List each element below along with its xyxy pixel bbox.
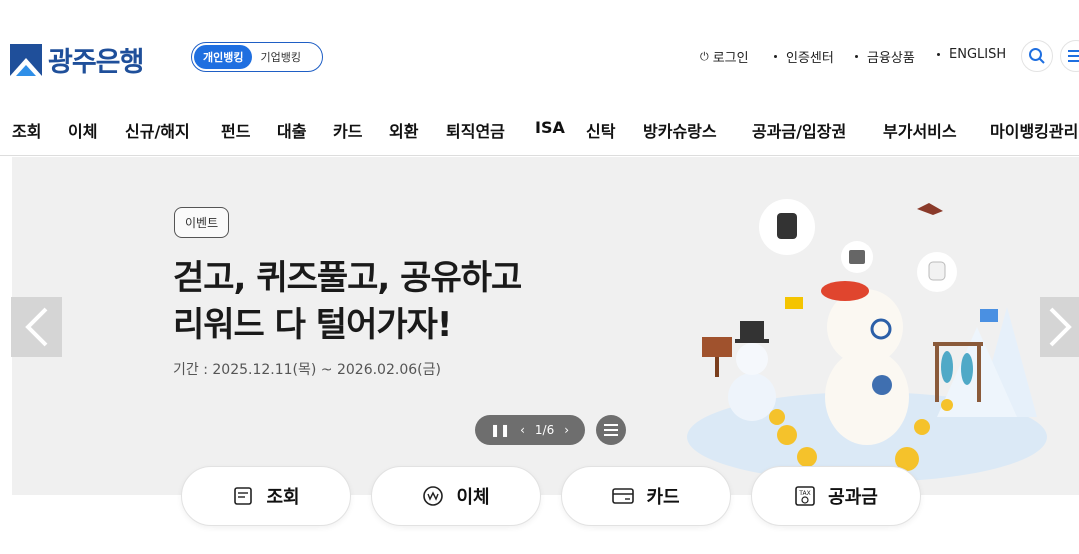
gnb-item-card[interactable]: 카드 (333, 118, 362, 142)
bank-logo[interactable]: 광주은행 (10, 40, 144, 79)
gnb-item-extra-services[interactable]: 부가서비스 (883, 118, 957, 142)
bullet-icon (774, 55, 777, 58)
products-link[interactable]: 금융상품 (855, 47, 915, 66)
quick-inquiry-button[interactable]: 조회 (181, 466, 351, 526)
banner-title-line1: 걷고, 퀴즈풀고, 공유하고 (173, 258, 522, 298)
power-icon: ⏻ (700, 49, 709, 63)
gnb-item-trust[interactable]: 신탁 (586, 118, 615, 142)
banner-title-line2: 리워드 다 털어가자! (173, 305, 452, 345)
quick-card-button[interactable]: 카드 (561, 466, 731, 526)
login-label: 로그인 (712, 51, 749, 66)
all-menu-button[interactable] (1060, 40, 1079, 72)
slide-counter: 1/6 (534, 423, 555, 437)
quick-utility-label: 공과금 (828, 487, 878, 508)
event-banner[interactable]: 이벤트 걷고, 퀴즈풀고, 공유하고 리워드 다 털어가자! 기간 : 2025… (12, 157, 1079, 495)
gnb-item-my-banking[interactable]: 마이뱅킹관리 (990, 118, 1078, 142)
inquiry-icon (232, 485, 254, 507)
card-icon (612, 485, 635, 507)
gnb-item-utility-tickets[interactable]: 공과금/입장권 (752, 118, 846, 142)
gnb-item-bancassurance[interactable]: 방카슈랑스 (643, 118, 717, 142)
header: 광주은행 개인뱅킹 기업뱅킹 ⏻ 로그인 인증센터 금융상품 ENGLISH (0, 0, 1079, 110)
tax-icon: TAX (794, 485, 816, 507)
quick-transfer-button[interactable]: 이체 (371, 466, 541, 526)
search-button[interactable] (1021, 40, 1053, 72)
logo-mark-icon (10, 43, 42, 76)
quick-inquiry-label: 조회 (266, 487, 300, 508)
banner-title: 걷고, 퀴즈풀고, 공유하고 리워드 다 털어가자! (173, 255, 522, 349)
search-icon (1029, 48, 1045, 64)
banner-illustration (687, 199, 1047, 482)
event-period: 기간 : 2025.12.11(목) ~ 2026.02.06(금) (173, 362, 441, 378)
banking-type-switch[interactable]: 개인뱅킹 기업뱅킹 (191, 42, 323, 72)
cert-center-label: 인증센터 (786, 51, 834, 66)
transfer-icon (422, 485, 444, 507)
svg-text:TAX: TAX (798, 490, 810, 497)
gnb-item-pension[interactable]: 퇴직연금 (446, 118, 505, 142)
gnb-item-loan[interactable]: 대출 (277, 118, 306, 142)
banner-next-button[interactable] (1040, 297, 1079, 357)
quick-transfer-label: 이체 (456, 487, 490, 508)
main-navigation: 조회 이체 신규/해지 펀드 대출 카드 외환 퇴직연금 ISA 신탁 방카슈랑… (0, 110, 1079, 156)
cert-center-link[interactable]: 인증센터 (774, 47, 834, 66)
corporate-banking-tab[interactable]: 기업뱅킹 (252, 45, 308, 69)
event-badge: 이벤트 (174, 207, 230, 238)
gnb-item-inquiry[interactable]: 조회 (12, 118, 41, 142)
bullet-icon (855, 55, 858, 58)
products-label: 금융상품 (867, 51, 915, 66)
personal-banking-tab[interactable]: 개인뱅킹 (194, 45, 253, 69)
chevron-right-icon (1049, 307, 1072, 347)
slide-controls: ❚❚ ‹ 1/6 › (475, 415, 585, 445)
gnb-item-open-close[interactable]: 신규/해지 (125, 118, 190, 142)
bullet-icon (937, 53, 940, 56)
chevron-left-icon (24, 307, 47, 347)
gnb-item-fund[interactable]: 펀드 (221, 118, 250, 142)
list-icon (604, 424, 618, 436)
slide-list-button[interactable] (596, 415, 626, 445)
banner-prev-button[interactable] (11, 297, 62, 357)
hamburger-icon (1068, 50, 1079, 62)
prev-slide-icon[interactable]: ‹ (520, 423, 525, 437)
english-label: ENGLISH (949, 47, 1007, 62)
english-link[interactable]: ENGLISH (937, 47, 1006, 62)
gnb-item-isa[interactable]: ISA (535, 118, 565, 137)
bank-name: 광주은행 (48, 47, 144, 78)
gnb-item-transfer[interactable]: 이체 (68, 118, 97, 142)
gnb-item-foreign-exchange[interactable]: 외환 (389, 118, 418, 142)
quick-utility-button[interactable]: TAX 공과금 (751, 466, 921, 526)
quick-card-label: 카드 (646, 487, 680, 508)
pause-icon[interactable]: ❚❚ (490, 423, 510, 437)
login-link[interactable]: ⏻ 로그인 (700, 47, 749, 67)
next-slide-icon[interactable]: › (564, 423, 569, 437)
